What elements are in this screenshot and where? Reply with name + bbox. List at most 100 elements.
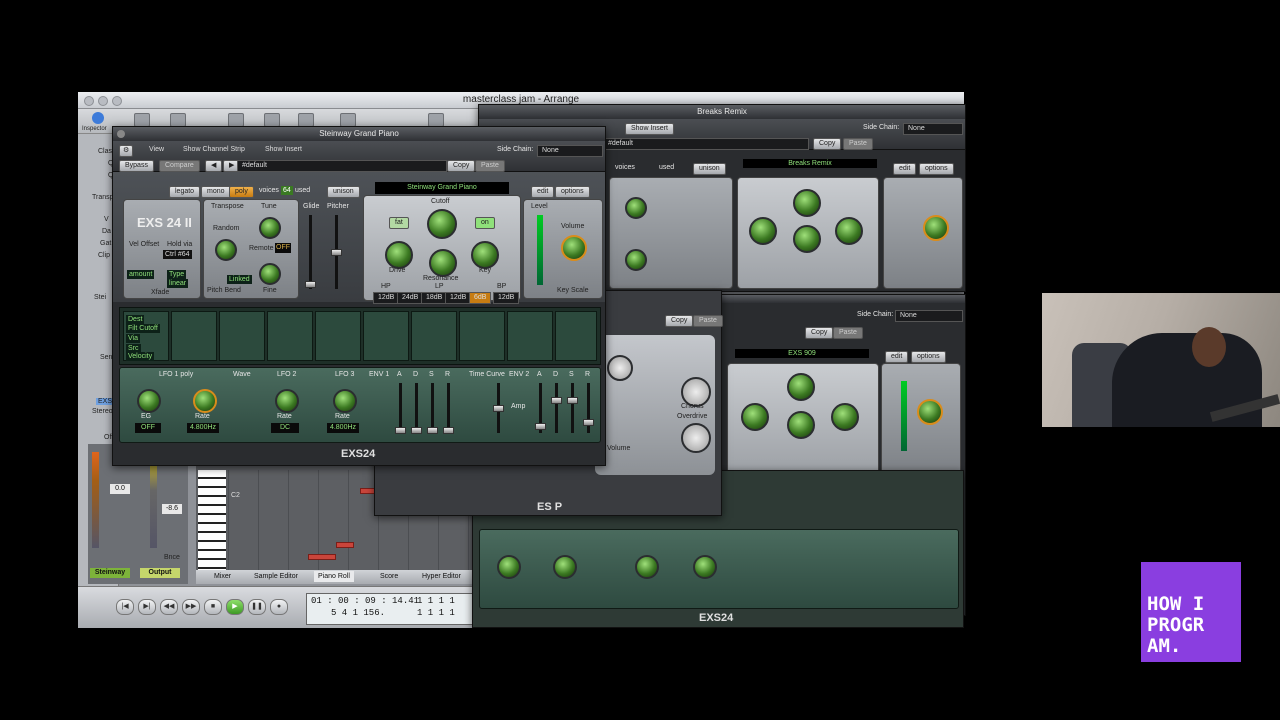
go-to-start-icon[interactable]: |◀: [116, 599, 134, 615]
steinway-fat-button[interactable]: fat: [389, 217, 409, 229]
tab-hyper-editor[interactable]: Hyper Editor: [422, 573, 461, 580]
steinway-edit-button[interactable]: edit: [531, 186, 555, 198]
steinway-lfo3-rate-knob[interactable]: [333, 389, 357, 413]
steinway-lfo2-rate-knob[interactable]: [275, 389, 299, 413]
steinway-options-button[interactable]: options: [555, 186, 590, 198]
toolbar-icon-1[interactable]: [134, 113, 150, 127]
steinway-fine-knob[interactable]: [259, 263, 281, 285]
midi-note[interactable]: [336, 542, 354, 548]
rewind-icon[interactable]: ◀◀: [160, 599, 178, 615]
breaks-title-bar[interactable]: Breaks Remix: [479, 105, 965, 119]
steinway-mod-slot-1[interactable]: Dest Filt Cutoff Via Src Velocity: [123, 311, 169, 361]
breaks-unison-button[interactable]: unison: [693, 163, 726, 175]
env1-sustain-slider[interactable]: [427, 383, 438, 434]
steinway-cutoff-knob[interactable]: [427, 209, 457, 239]
steinway-mod-slot-4[interactable]: [267, 311, 313, 361]
env1-decay-slider[interactable]: [411, 383, 422, 434]
channel-name-right[interactable]: Output: [140, 568, 180, 578]
tab-score[interactable]: Score: [380, 573, 398, 580]
steinway-side-chain-select[interactable]: None: [537, 145, 603, 157]
steinway-key-knob[interactable]: [471, 241, 499, 269]
steinway-glide-slider[interactable]: [305, 215, 316, 289]
tab-mixer[interactable]: Mixer: [214, 573, 231, 580]
steinway-resonance-knob[interactable]: [429, 249, 457, 277]
steinway-lfo1-rate-value[interactable]: 4.800Hz: [187, 423, 219, 433]
steinway-copy-button[interactable]: Copy: [447, 160, 476, 172]
steinway-amount-display[interactable]: amount: [127, 270, 155, 279]
steinway-mono-button[interactable]: mono: [201, 186, 231, 198]
breaks-key-knob[interactable]: [835, 217, 863, 245]
breaks-copy-button[interactable]: Copy: [813, 138, 842, 150]
toolbar-icon-3[interactable]: [228, 113, 244, 127]
env2-release-slider[interactable]: [583, 383, 594, 433]
steinway-bypass-button[interactable]: Bypass: [119, 160, 154, 172]
steinway-filter-mode-2[interactable]: 18dB: [421, 292, 448, 304]
esp-effect-knob[interactable]: [607, 355, 633, 381]
steinway-filter-mode-4[interactable]: 6dB: [469, 292, 492, 304]
steinway-drive-knob[interactable]: [385, 241, 413, 269]
steinway-lfo3-rate-value[interactable]: 4.800Hz: [327, 423, 359, 433]
lower-lfo2-rate-knob[interactable]: [635, 555, 659, 579]
channel-name-left[interactable]: Steinway: [90, 568, 130, 578]
breaks-cutoff-knob[interactable]: [793, 189, 821, 217]
steinway-mod-slot-10[interactable]: [555, 311, 597, 361]
exs909-options-button[interactable]: options: [911, 351, 946, 363]
steinway-linear-display[interactable]: linear: [167, 279, 189, 288]
steinway-filter-mode-0[interactable]: 12dB: [373, 292, 400, 304]
env2-sustain-slider[interactable]: [567, 383, 578, 433]
exs909-cutoff-knob[interactable]: [787, 373, 815, 401]
steinway-mod-slot-9[interactable]: [507, 311, 553, 361]
steinway-link-icon[interactable]: ⚙: [119, 145, 134, 157]
steinway-mod-slot-5[interactable]: [315, 311, 361, 361]
steinway-instrument-display[interactable]: Steinway Grand Piano: [375, 182, 509, 194]
exs909-paste-button[interactable]: Paste: [833, 327, 863, 339]
steinway-mod-slot-8[interactable]: [459, 311, 505, 361]
steinway-random-knob[interactable]: [215, 239, 237, 261]
breaks-options-button[interactable]: options: [919, 163, 954, 175]
steinway-type-display[interactable]: Type: [167, 270, 187, 279]
steinway-compare-button[interactable]: Compare: [159, 160, 200, 172]
lower-lfo1-rate-knob[interactable]: [553, 555, 577, 579]
steinway-mod-slot-3[interactable]: [219, 311, 265, 361]
steinway-prev-preset-icon[interactable]: ◀: [205, 160, 223, 172]
steinway-lfo1-rate-knob[interactable]: [193, 389, 217, 413]
breaks-show-insert-button[interactable]: Show Insert: [625, 123, 674, 135]
breaks-side-chain-select[interactable]: None: [903, 123, 963, 135]
steinway-mod-slot-2[interactable]: [171, 311, 217, 361]
breaks-volume-knob[interactable]: [923, 215, 949, 241]
exs909-key-knob[interactable]: [831, 403, 859, 431]
steinway-remote-value[interactable]: OFF: [275, 243, 291, 253]
steinway-hold-value[interactable]: Ctrl #64: [163, 250, 192, 259]
bnce-button[interactable]: Bnce: [164, 554, 180, 561]
breaks-tune-knob[interactable]: [625, 197, 647, 219]
minimize-window-button[interactable]: [98, 96, 108, 106]
tab-piano-roll[interactable]: Piano Roll: [314, 571, 354, 582]
time-curve-slider[interactable]: [493, 383, 504, 433]
exs909-resonance-knob[interactable]: [787, 411, 815, 439]
exs909-instrument-display[interactable]: EXS 909: [735, 349, 869, 358]
steinway-mod-slot-7[interactable]: [411, 311, 457, 361]
steinway-tune-knob[interactable]: [259, 217, 281, 239]
steinway-filter-mode-1[interactable]: 24dB: [397, 292, 424, 304]
steinway-show-channel-strip-menu[interactable]: Show Channel Strip: [179, 145, 249, 155]
steinway-pitcher-slider[interactable]: [331, 215, 342, 289]
breaks-fine-knob[interactable]: [625, 249, 647, 271]
steinway-show-insert-menu[interactable]: Show Insert: [261, 145, 306, 155]
info-icon[interactable]: [92, 112, 104, 124]
record-icon[interactable]: ●: [270, 599, 288, 615]
inspector-item-8[interactable]: Stei: [94, 294, 106, 301]
play-icon[interactable]: ▶: [226, 599, 244, 615]
steinway-on-button[interactable]: on: [475, 217, 495, 229]
env1-attack-slider[interactable]: [395, 383, 406, 434]
steinway-paste-button[interactable]: Paste: [475, 160, 505, 172]
lower-lfo3-rate-knob[interactable]: [693, 555, 717, 579]
pause-icon[interactable]: ❚❚: [248, 599, 266, 615]
steinway-volume-knob[interactable]: [561, 235, 587, 261]
steinway-filter-mode-3[interactable]: 12dB: [445, 292, 472, 304]
breaks-preset-select[interactable]: #default: [603, 138, 809, 150]
breaks-drive-knob[interactable]: [749, 217, 777, 245]
exs909-title-bar[interactable]: [719, 295, 965, 303]
steinway-preset-select[interactable]: #default: [237, 160, 447, 172]
steinway-lfo1-eg-value[interactable]: OFF: [135, 423, 161, 433]
steinway-poly-button[interactable]: poly: [229, 186, 254, 198]
